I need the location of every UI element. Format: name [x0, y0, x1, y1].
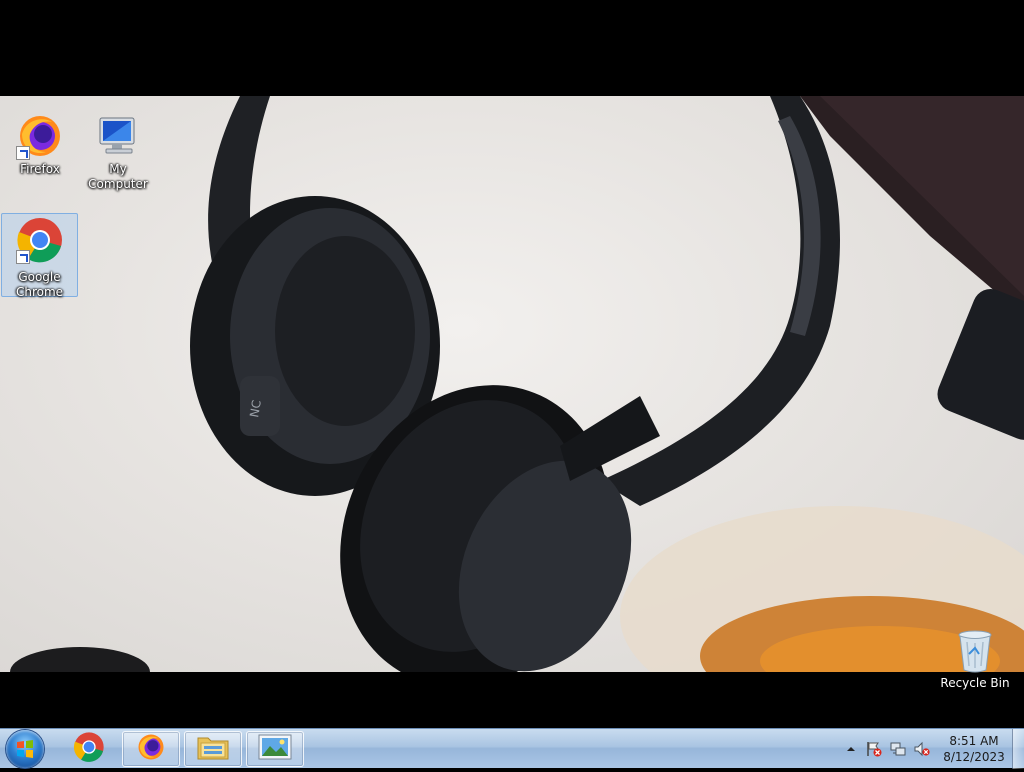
computer-icon [94, 112, 142, 160]
firefox-icon [136, 732, 166, 766]
clock-date: 8/12/2023 [943, 750, 1005, 764]
volume-muted-icon[interactable] [914, 741, 930, 757]
desktop-icon-chrome[interactable]: Google Chrome [1, 213, 78, 299]
taskbar: 8:51 AM 8/12/2023 [0, 728, 1024, 769]
desktop-icon-label: Firefox [20, 162, 60, 176]
chrome-icon [15, 216, 64, 264]
recycle-bin-icon [955, 628, 995, 674]
system-clock[interactable]: 8:51 AM 8/12/2023 [938, 733, 1010, 765]
action-center-flag-icon[interactable] [866, 741, 882, 757]
network-icon[interactable] [890, 741, 906, 757]
clock-time: 8:51 AM [949, 734, 999, 748]
desktop-icon-label: Google Chrome [15, 270, 64, 299]
start-button[interactable] [6, 730, 44, 768]
shortcut-arrow-icon [15, 250, 30, 264]
folder-icon [196, 732, 230, 766]
taskbar-firefox-button[interactable] [122, 731, 180, 767]
show-hidden-icons-arrow[interactable] [843, 741, 859, 757]
taskbar-chrome-button[interactable] [60, 731, 118, 767]
show-desktop-button[interactable] [1012, 729, 1024, 769]
desktop-icon-my-computer[interactable]: My Computer [78, 112, 158, 192]
desktop-icon-label: My Computer [88, 162, 148, 191]
windows-logo-icon [17, 740, 33, 758]
taskbar-file-explorer-button[interactable] [184, 731, 242, 767]
chrome-icon [73, 731, 105, 767]
picture-icon [258, 733, 292, 765]
desktop-icon-label: Recycle Bin [940, 676, 1010, 690]
firefox-icon [16, 112, 64, 160]
shortcut-arrow-icon [16, 146, 30, 160]
desktop-icon-recycle-bin[interactable]: Recycle Bin [936, 628, 1014, 691]
taskbar-image-viewer-button[interactable] [246, 731, 304, 767]
nc-label: NC [247, 399, 264, 419]
desktop-icon-firefox[interactable]: Firefox [2, 112, 78, 177]
